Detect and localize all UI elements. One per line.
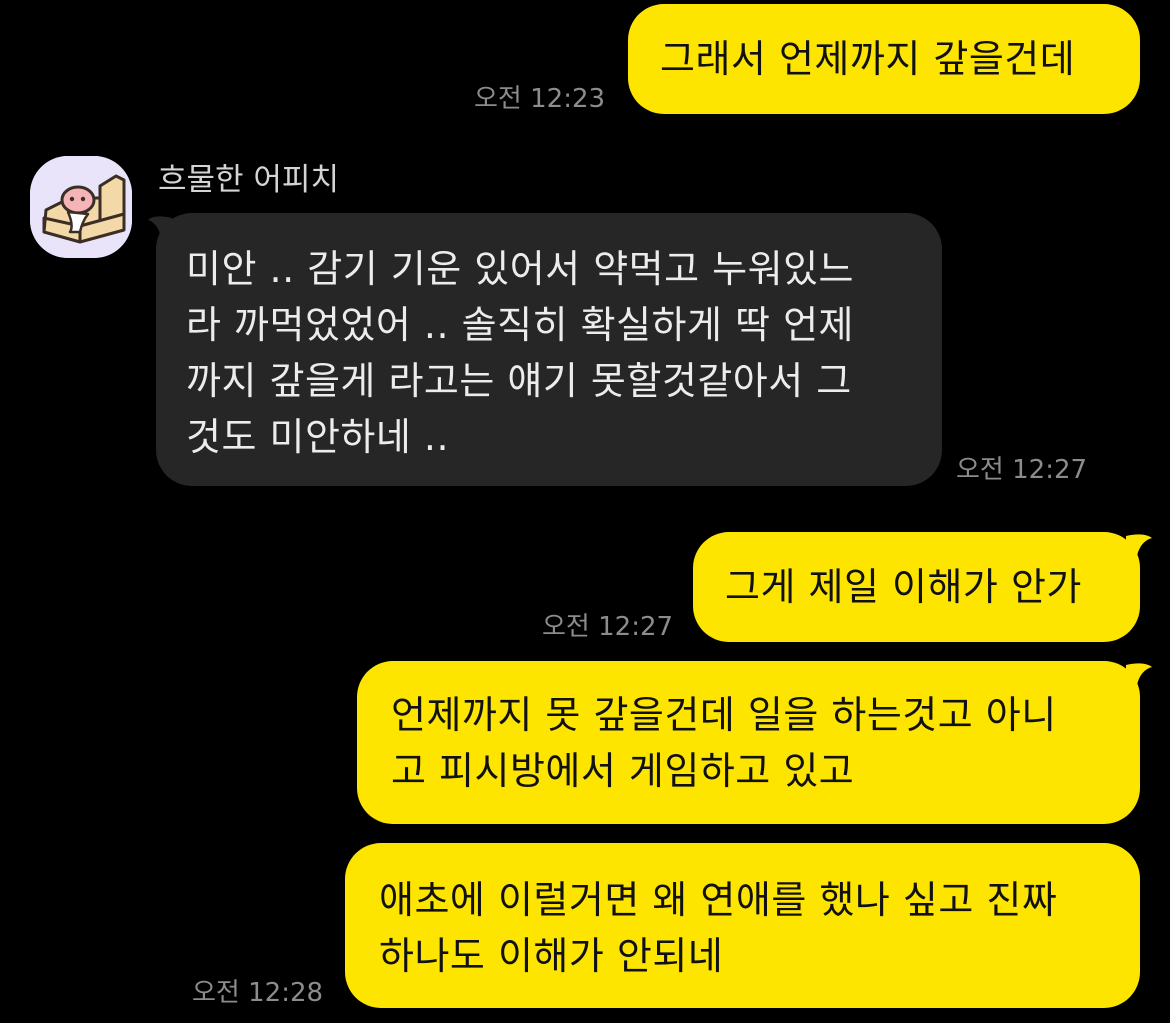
sender-avatar[interactable] bbox=[30, 156, 132, 258]
message-timestamp: 오전 12:27 bbox=[956, 455, 1088, 485]
my-message-bubble[interactable]: 그래서 언제까지 갚을건데 bbox=[628, 4, 1140, 114]
message-timestamp: 오전 12:28 bbox=[192, 978, 324, 1008]
message-timestamp: 오전 12:27 bbox=[542, 612, 674, 642]
my-message-bubble[interactable]: 그게 제일 이해가 안가 bbox=[693, 532, 1140, 642]
bubble-tail bbox=[1126, 663, 1152, 691]
chat-message-list[interactable]: 그래서 언제까지 갚을건데 오전 12:23 흐물한 어피치 미안 .. 감기 … bbox=[0, 0, 1170, 1023]
their-message-bubble[interactable]: 미안 .. 감기 기운 있어서 약먹고 누워있느 라 까먹었었어 .. 솔직히 … bbox=[156, 213, 942, 486]
my-message-bubble[interactable]: 언제까지 못 갚을건데 일을 하는것고 아니 고 피시방에서 게임하고 있고 bbox=[357, 661, 1140, 824]
sender-name[interactable]: 흐물한 어피치 bbox=[158, 162, 339, 198]
message-timestamp: 오전 12:23 bbox=[474, 84, 606, 114]
bubble-tail bbox=[1126, 534, 1152, 562]
apeach-sofa-icon bbox=[30, 156, 132, 258]
my-message-bubble[interactable]: 애초에 이럴거면 왜 연애를 했나 싶고 진짜 하나도 이해가 안되네 bbox=[345, 843, 1140, 1008]
